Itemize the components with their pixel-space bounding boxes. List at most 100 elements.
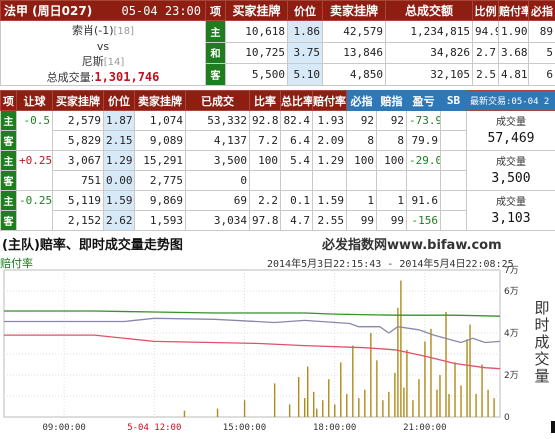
volume-bar: [436, 389, 438, 417]
volume-bar: [243, 400, 246, 417]
hc-tag: 主: [0, 190, 17, 211]
chart-title: (主队)赔率、即时成交量走势图: [2, 238, 183, 253]
bifa-draw: 5: [528, 41, 555, 65]
volume-bar: [382, 400, 384, 417]
col-total-volume: 总成交额: [385, 0, 473, 21]
hc-ratio: 2.2: [249, 190, 281, 211]
hc-buy: 2,152: [52, 210, 104, 231]
hc-col-total-ratio: 总比率: [280, 90, 313, 111]
x-tick-label: 5-04 12:00: [127, 423, 181, 433]
handicap-value: -0.5: [16, 110, 53, 151]
volume-bar: [445, 312, 447, 417]
volume-bar: [424, 341, 426, 417]
trend-chart: 09:00:00 5-04 12:00 15:00:00 18:00:00 21:00:…: [3, 266, 519, 433]
hc-col-peizhi: 赔指: [376, 90, 407, 111]
volume-bar: [397, 307, 399, 417]
volume-bar: [460, 385, 462, 417]
hc-row: 主 -0.25 5,119 1.59 9,869 69 2.2 0.1 1.59…: [0, 190, 555, 231]
hc-traded: 3,500: [185, 150, 250, 171]
hc-sb: [440, 210, 467, 231]
total-home: 1,234,815: [385, 20, 473, 43]
total-volume-value: 1,301,746: [94, 70, 160, 84]
x-tick-label: 18:00:00: [313, 423, 356, 433]
y-tick-label: 0: [504, 413, 510, 423]
hc-peizhi: 8: [376, 130, 407, 151]
hc-peizhi: 99: [376, 210, 407, 231]
hc-pnl: 79.9: [406, 130, 441, 151]
volume-bar: [328, 379, 330, 417]
volume-bar: [370, 333, 372, 417]
hc-payout: 1.29: [312, 150, 347, 171]
hc-col-buy: 买家挂牌: [52, 90, 104, 111]
volume-bar: [487, 389, 489, 417]
away-team[interactable]: 尼斯: [82, 55, 104, 68]
hc-col-handicap: 让球: [16, 90, 53, 111]
payout-away: 4.81: [498, 63, 529, 86]
volume-bar: [418, 379, 420, 417]
bifa-away: 6: [528, 63, 555, 86]
volume-bar: [297, 377, 300, 417]
match-odds-table: 法甲 (周日027) 05-04 23:00 项 买家挂牌 价位 卖家挂牌 总成…: [0, 0, 555, 86]
hc-bizhi: 100: [346, 150, 377, 171]
hc-total-ratio: 0.1: [280, 190, 313, 211]
price-home: 1.86: [287, 20, 323, 43]
corner-marker: [551, 421, 555, 433]
col-bet: 项: [205, 0, 226, 21]
volume-bar: [400, 280, 402, 417]
volume-bar: [288, 404, 291, 417]
hc-volume-value: 57,469: [487, 130, 535, 146]
volume-bar: [475, 393, 477, 417]
hc-traded: 4,137: [185, 130, 250, 151]
match-name[interactable]: 法甲 (周日027): [2, 2, 92, 19]
col-bifa: 必指: [528, 0, 555, 21]
sell-away: 4,850: [322, 63, 386, 86]
total-away: 32,105: [385, 63, 473, 86]
hc-buy: 5,119: [52, 190, 104, 211]
hc-sell: 15,291: [134, 150, 186, 171]
volume-bar: [376, 360, 378, 417]
hc-total-ratio: 4.7: [280, 210, 313, 231]
hc-volume-label: 成交量: [496, 156, 526, 168]
total-draw: 34,826: [385, 41, 473, 65]
match-datetime: 05-04 23:00: [121, 3, 201, 18]
hc-volume-cell: 成交量 57,469: [466, 110, 555, 151]
hc-sb: [440, 110, 467, 131]
hc-tag: 客: [0, 130, 17, 151]
y-tick-label: 7万: [504, 266, 519, 276]
hc-tag: 主: [0, 150, 17, 171]
handicap-value: -0.25: [16, 190, 53, 231]
hc-price: 1.29: [103, 150, 135, 171]
hc-traded: 69: [185, 190, 250, 211]
volume-bar: [448, 393, 450, 417]
match-header-row: 法甲 (周日027) 05-04 23:00 项 买家挂牌 价位 卖家挂牌 总成…: [0, 0, 555, 21]
hc-bizhi: 92: [346, 110, 377, 131]
hc-sell: 9,869: [134, 190, 186, 211]
hc-volume-cell: 成交量 3,500: [466, 150, 555, 191]
hc-peizhi: 100: [376, 150, 407, 171]
hc-pnl: -73.9: [406, 110, 441, 131]
hc-col-pnl: 盈亏: [406, 90, 441, 111]
volume-bar: [273, 383, 276, 417]
col-buy: 买家挂牌: [225, 0, 288, 21]
hc-bizhi: 8: [346, 130, 377, 151]
y-tick-label: 6万: [504, 287, 519, 297]
hc-price: 1.59: [103, 190, 135, 211]
hc-payout: 1.93: [312, 110, 347, 131]
x-tick-label: 09:00:00: [42, 423, 85, 433]
total-volume-label: 总成交量:: [46, 71, 95, 84]
hc-volume-label: 成交量: [496, 116, 526, 128]
tag-home: 主: [205, 20, 226, 43]
tag-draw: 和: [205, 41, 226, 65]
hc-row: 主 +0.25 3,067 1.29 15,291 3,500 100 5.4 …: [0, 150, 555, 191]
volume-bar: [313, 391, 315, 417]
hc-sell: 1,593: [134, 210, 186, 231]
hc-peizhi: [376, 170, 407, 191]
odds-row-home: 索肖(-1)[18] vs 尼斯[14] 总成交量:1,301,746 主 10…: [0, 20, 555, 86]
hc-price: 1.87: [103, 110, 135, 131]
hc-total-ratio: [280, 170, 313, 191]
col-price: 价位: [287, 0, 323, 21]
hc-bizhi: 99: [346, 210, 377, 231]
col-ratio: 比例: [472, 0, 499, 21]
home-team[interactable]: 索肖(-1): [72, 24, 114, 37]
hc-volume-cell: 成交量 3,103: [466, 190, 555, 231]
